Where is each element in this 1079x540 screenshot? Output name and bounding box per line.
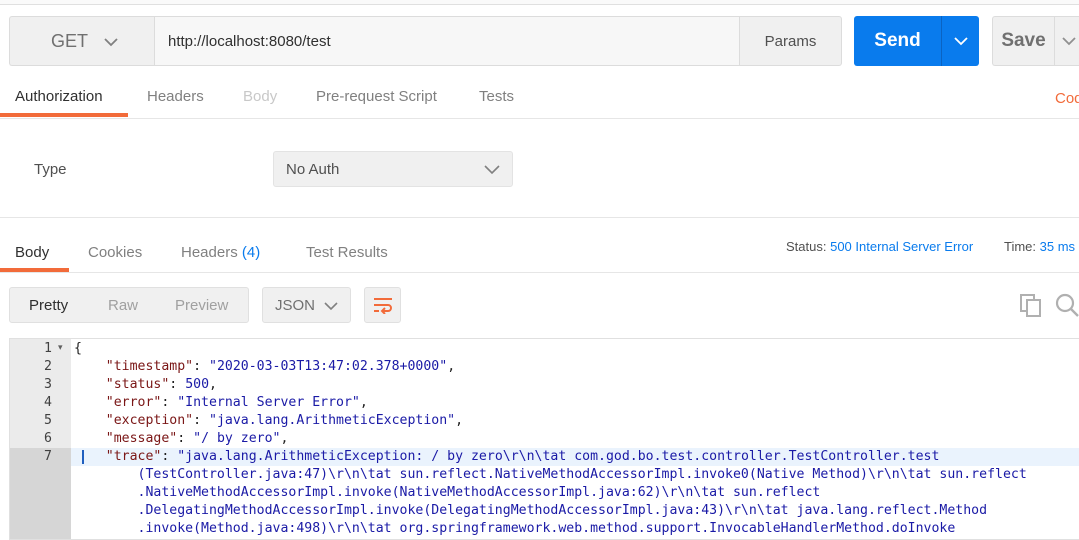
response-tab-headers[interactable]: Headers (4)	[181, 244, 260, 261]
line-number: 3	[44, 377, 52, 392]
code-line-wrapped: .DelegatingMethodAccessorImpl.invoke(Del…	[137, 503, 988, 518]
window-top-strip	[0, 0, 1079, 5]
auth-type-select[interactable]: No Auth	[273, 151, 513, 187]
status-value: 500 Internal Server Error	[830, 239, 974, 254]
wrap-lines-icon	[373, 298, 392, 314]
chevron-down-icon	[104, 31, 118, 52]
code-link[interactable]: Code	[1055, 90, 1079, 107]
chevron-down-icon	[953, 36, 968, 45]
code-line-wrapped: .NativeMethodAccessorImpl.invoke(NativeM…	[137, 485, 821, 500]
params-button[interactable]: Params	[739, 16, 842, 66]
code-line-wrapped: (TestController.java:47)\r\n\tat sun.ref…	[137, 467, 1027, 482]
line-number: 5	[44, 413, 52, 428]
tabs-divider	[0, 118, 1079, 119]
response-tabs-divider	[0, 272, 1079, 273]
code-line: "error": "Internal Server Error",	[105, 395, 368, 410]
status-label: Status:	[786, 239, 827, 254]
time-label: Time:	[1004, 239, 1037, 254]
tab-headers[interactable]: Headers	[147, 88, 204, 105]
url-input[interactable]: http://localhost:8080/test	[154, 16, 740, 66]
line-number: 1	[44, 341, 52, 356]
send-button[interactable]: Send	[854, 16, 941, 66]
tab-tests[interactable]: Tests	[479, 88, 514, 105]
tab-authorization[interactable]: Authorization	[15, 88, 103, 105]
tab-pre-request-script[interactable]: Pre-request Script	[316, 88, 437, 105]
response-tab-cookies[interactable]: Cookies	[88, 244, 142, 261]
format-value: JSON	[275, 296, 316, 314]
status-info: Status: 500 Internal Server Error	[786, 239, 973, 254]
fold-arrow-icon[interactable]: ▾	[58, 342, 63, 353]
view-raw-button[interactable]: Raw	[108, 297, 138, 314]
response-body-editor[interactable]: 1 ▾ 2 3 4 5 6 7 { "timestamp": "2020-03-…	[9, 338, 1079, 540]
save-label: Save	[1001, 30, 1046, 51]
search-icon[interactable]	[1055, 293, 1079, 322]
code-line: {	[74, 341, 82, 356]
time-value: 35 ms	[1039, 239, 1076, 254]
line-number: 2	[44, 359, 52, 374]
save-options-button[interactable]	[1054, 16, 1079, 66]
url-value: http://localhost:8080/test	[168, 32, 331, 50]
send-label: Send	[874, 30, 921, 51]
view-preview-button[interactable]: Preview	[175, 297, 228, 314]
line-number: 4	[44, 395, 52, 410]
response-tab-headers-label: Headers	[181, 244, 238, 261]
response-tab-body[interactable]: Body	[15, 244, 49, 261]
chevron-down-icon	[1062, 36, 1076, 45]
line-number: 7	[44, 449, 52, 464]
time-info: Time: 35 ms	[1004, 239, 1075, 254]
save-button[interactable]: Save	[992, 16, 1054, 66]
code-line: "exception": "java.lang.ArithmeticExcept…	[105, 413, 464, 428]
params-label: Params	[764, 32, 817, 50]
chevron-down-icon	[484, 162, 500, 179]
line-number: 6	[44, 431, 52, 446]
view-pretty-button[interactable]: Pretty	[29, 297, 68, 314]
code-line: "timestamp": "2020-03-03T13:47:02.378+00…	[105, 359, 456, 374]
section-divider	[0, 217, 1079, 218]
active-tab-indicator	[0, 113, 128, 117]
code-line-wrapped: .invoke(Method.java:498)\r\n\tat org.spr…	[137, 521, 956, 536]
wrap-lines-button[interactable]	[364, 287, 401, 323]
code-line: "message": "/ by zero",	[105, 431, 289, 446]
chevron-down-icon	[324, 298, 338, 315]
method-select[interactable]: GET	[9, 16, 155, 66]
auth-type-value: No Auth	[286, 160, 340, 178]
response-tab-test-results[interactable]: Test Results	[306, 244, 388, 261]
send-options-button[interactable]	[941, 16, 979, 66]
method-value: GET	[51, 30, 89, 51]
auth-type-label: Type	[34, 161, 67, 178]
code-line: "status": 500,	[105, 377, 217, 392]
tab-body[interactable]: Body	[243, 88, 277, 105]
format-select[interactable]: JSON	[262, 287, 351, 323]
code-line: "trace": "java.lang.ArithmeticException:…	[105, 449, 940, 464]
headers-count-badge: (4)	[241, 244, 261, 261]
copy-icon[interactable]	[1019, 293, 1043, 322]
